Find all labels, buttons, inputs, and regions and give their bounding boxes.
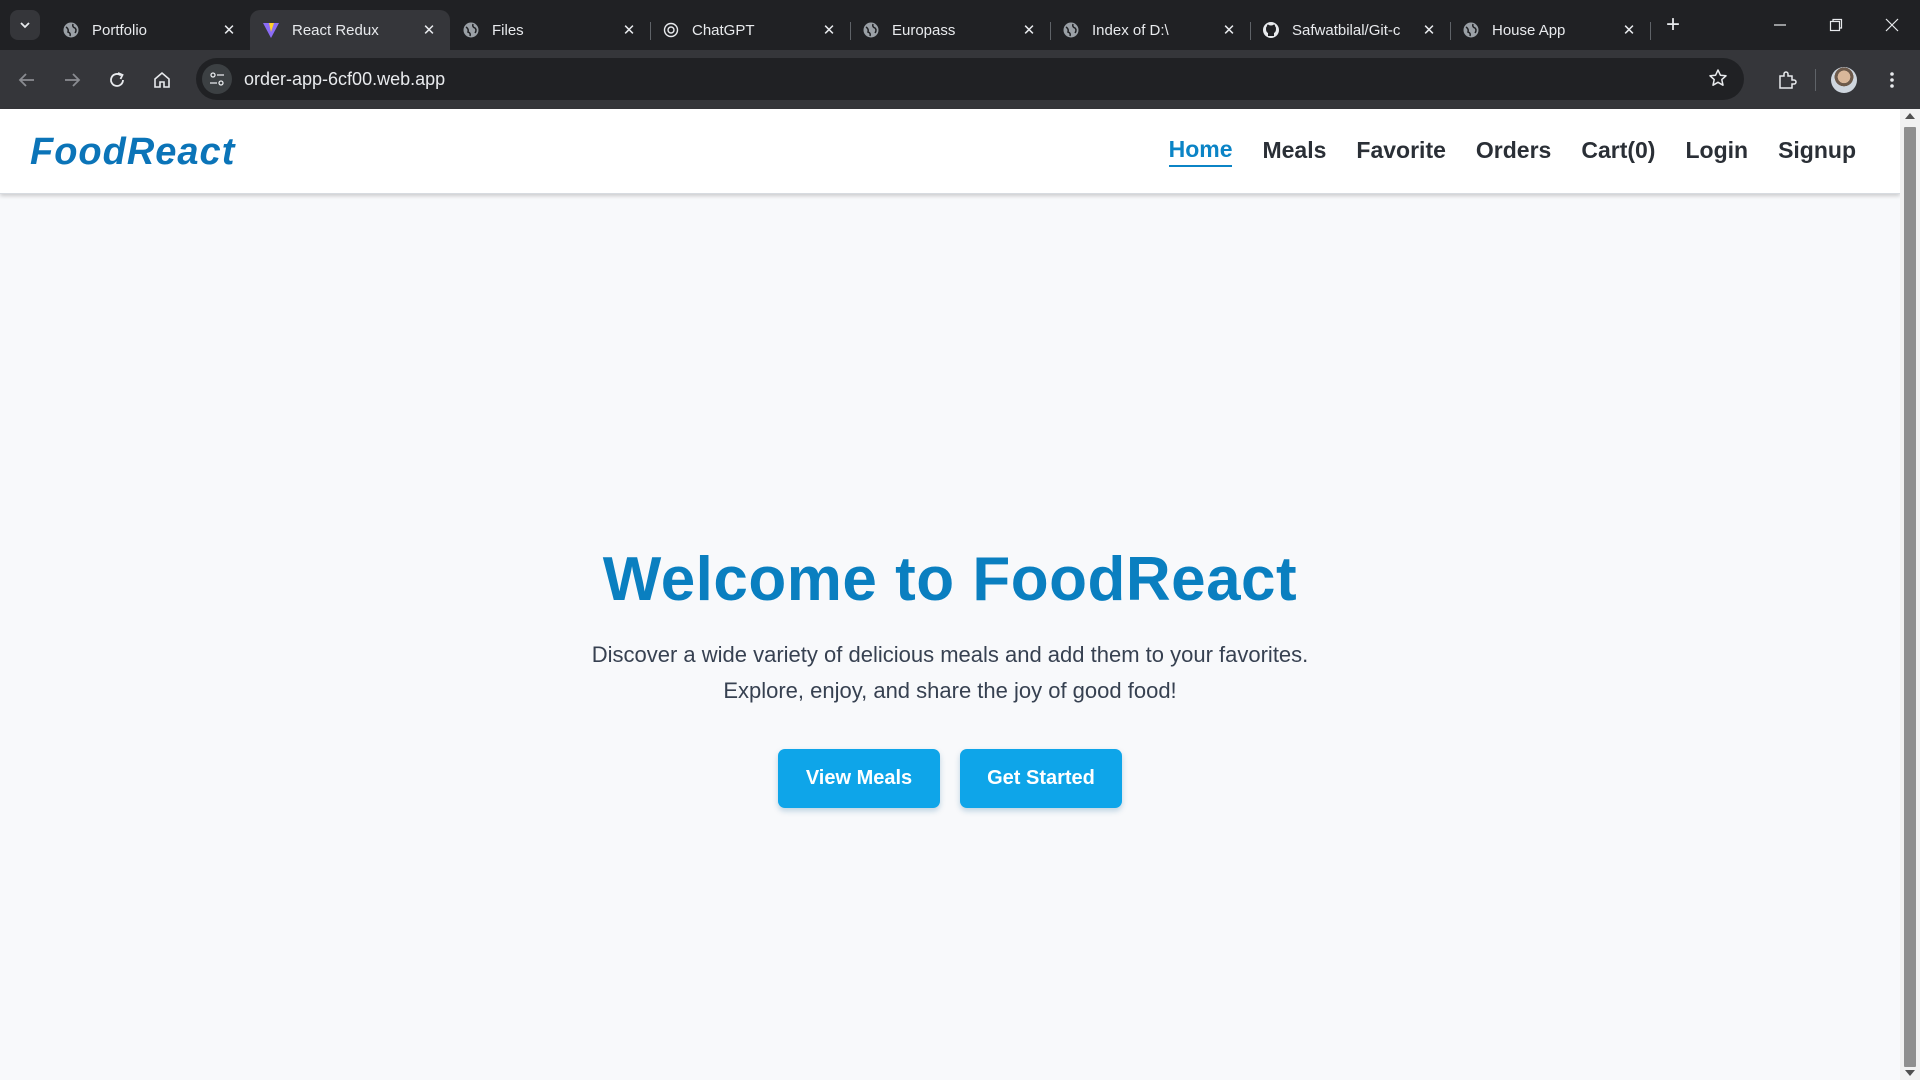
avatar [1831,66,1857,93]
browser-tab[interactable]: ChatGPT ✕ [650,10,851,50]
globe-icon [462,21,480,39]
tab-title: Files [492,21,524,39]
view-meals-button[interactable]: View Meals [778,749,940,808]
plus-icon: + [1665,11,1680,38]
globe-icon [862,21,880,39]
puzzle-icon [1779,70,1797,89]
nav-meals[interactable]: Meals [1262,137,1326,166]
toolbar-divider [1815,68,1816,91]
restore-icon [1829,18,1843,32]
browser-tab[interactable]: Files ✕ [450,10,651,50]
hero-line-1: Discover a wide variety of delicious mea… [591,642,1309,667]
tab-separator [1650,22,1651,40]
vite-icon [262,21,280,39]
main-nav: Home Meals Favorite Orders Cart(0) Login… [1168,109,1856,194]
close-icon [1885,18,1899,32]
close-icon[interactable]: ✕ [1420,21,1438,39]
home-button[interactable] [144,62,180,98]
browser-menu-button[interactable] [1872,60,1912,100]
browser-tab[interactable]: Europass ✕ [850,10,1051,50]
close-icon[interactable]: ✕ [820,21,838,39]
close-icon[interactable]: ✕ [1620,21,1638,39]
browser-tab-strip: Portfolio ✕ React Redux ✕ Files ✕ ChatGP… [0,0,1920,50]
tab-title: Europass [892,21,956,39]
nav-orders[interactable]: Orders [1476,137,1551,166]
arrow-left-icon [18,72,34,87]
tab-title: House App [1492,21,1566,39]
tab-title: Safwatbilal/Git-c [1292,21,1401,39]
new-tab-button[interactable]: + [1658,10,1688,40]
extensions-button[interactable] [1767,60,1807,100]
chatgpt-icon [662,21,680,39]
site-header: FoodReact Home Meals Favorite Orders Car… [0,109,1900,194]
close-icon[interactable]: ✕ [1020,21,1038,39]
tab-title: Index of D:\ [1092,21,1169,39]
kebab-menu-icon [1890,71,1894,88]
nav-favorite[interactable]: Favorite [1356,137,1445,166]
browser-tab[interactable]: House App ✕ [1450,10,1651,50]
arrow-right-icon [65,72,81,87]
address-bar[interactable]: order-app-6cf00.web.app [196,58,1744,100]
nav-cart[interactable]: Cart(0) [1581,137,1655,166]
bookmark-star-icon[interactable] [1708,68,1728,93]
globe-icon [1462,21,1480,39]
restore-button[interactable] [1808,0,1864,50]
page-scrollbar[interactable] [1900,109,1920,1080]
browser-tab[interactable]: Index of D:\ ✕ [1050,10,1251,50]
scroll-up-arrow-icon[interactable] [1905,113,1915,119]
globe-icon [62,21,80,39]
close-window-button[interactable] [1864,0,1920,50]
browser-tab-active[interactable]: React Redux ✕ [250,10,450,50]
hero-line-2: Explore, enjoy, and share the joy of goo… [723,678,1177,703]
scroll-down-arrow-icon[interactable] [1905,1070,1915,1076]
hero-section: Welcome to FoodReact Discover a wide var… [0,544,1900,808]
close-icon[interactable]: ✕ [220,21,238,39]
browser-tab[interactable]: Safwatbilal/Git-c ✕ [1250,10,1451,50]
close-icon[interactable]: ✕ [420,21,438,39]
tab-search-button[interactable] [10,10,40,40]
globe-icon [1062,21,1080,39]
minimize-button[interactable] [1752,0,1808,50]
nav-signup[interactable]: Signup [1778,137,1856,166]
reload-button[interactable] [99,62,135,98]
nav-home[interactable]: Home [1168,136,1233,167]
hero-title: Welcome to FoodReact [602,545,1298,614]
chevron-down-icon [20,22,30,29]
reload-icon [110,71,124,87]
forward-button[interactable] [54,62,90,98]
close-icon[interactable]: ✕ [1220,21,1238,39]
home-icon [154,71,170,88]
window-controls [1752,0,1920,50]
hero-buttons: View Meals Get Started [0,749,1900,808]
get-started-button[interactable]: Get Started [960,749,1122,808]
site-settings-icon[interactable] [202,64,232,94]
nav-login[interactable]: Login [1685,137,1748,166]
browser-toolbar: order-app-6cf00.web.app [0,50,1920,109]
page-content: FoodReact Home Meals Favorite Orders Car… [0,109,1900,1080]
hero-description: Discover a wide variety of delicious mea… [0,637,1900,709]
close-icon[interactable]: ✕ [620,21,638,39]
tab-title: Portfolio [92,21,148,39]
url-text[interactable]: order-app-6cf00.web.app [244,69,445,90]
back-button[interactable] [9,62,45,98]
browser-tab[interactable]: Portfolio ✕ [50,10,250,50]
toolbar-actions [1767,50,1920,109]
scrollbar-thumb[interactable] [1904,127,1916,1067]
site-logo[interactable]: FoodReact [30,131,235,174]
github-icon [1262,21,1280,39]
profile-button[interactable] [1824,60,1864,100]
tab-title: React Redux [292,21,379,39]
minimize-icon [1774,24,1786,26]
tab-title: ChatGPT [692,21,755,39]
